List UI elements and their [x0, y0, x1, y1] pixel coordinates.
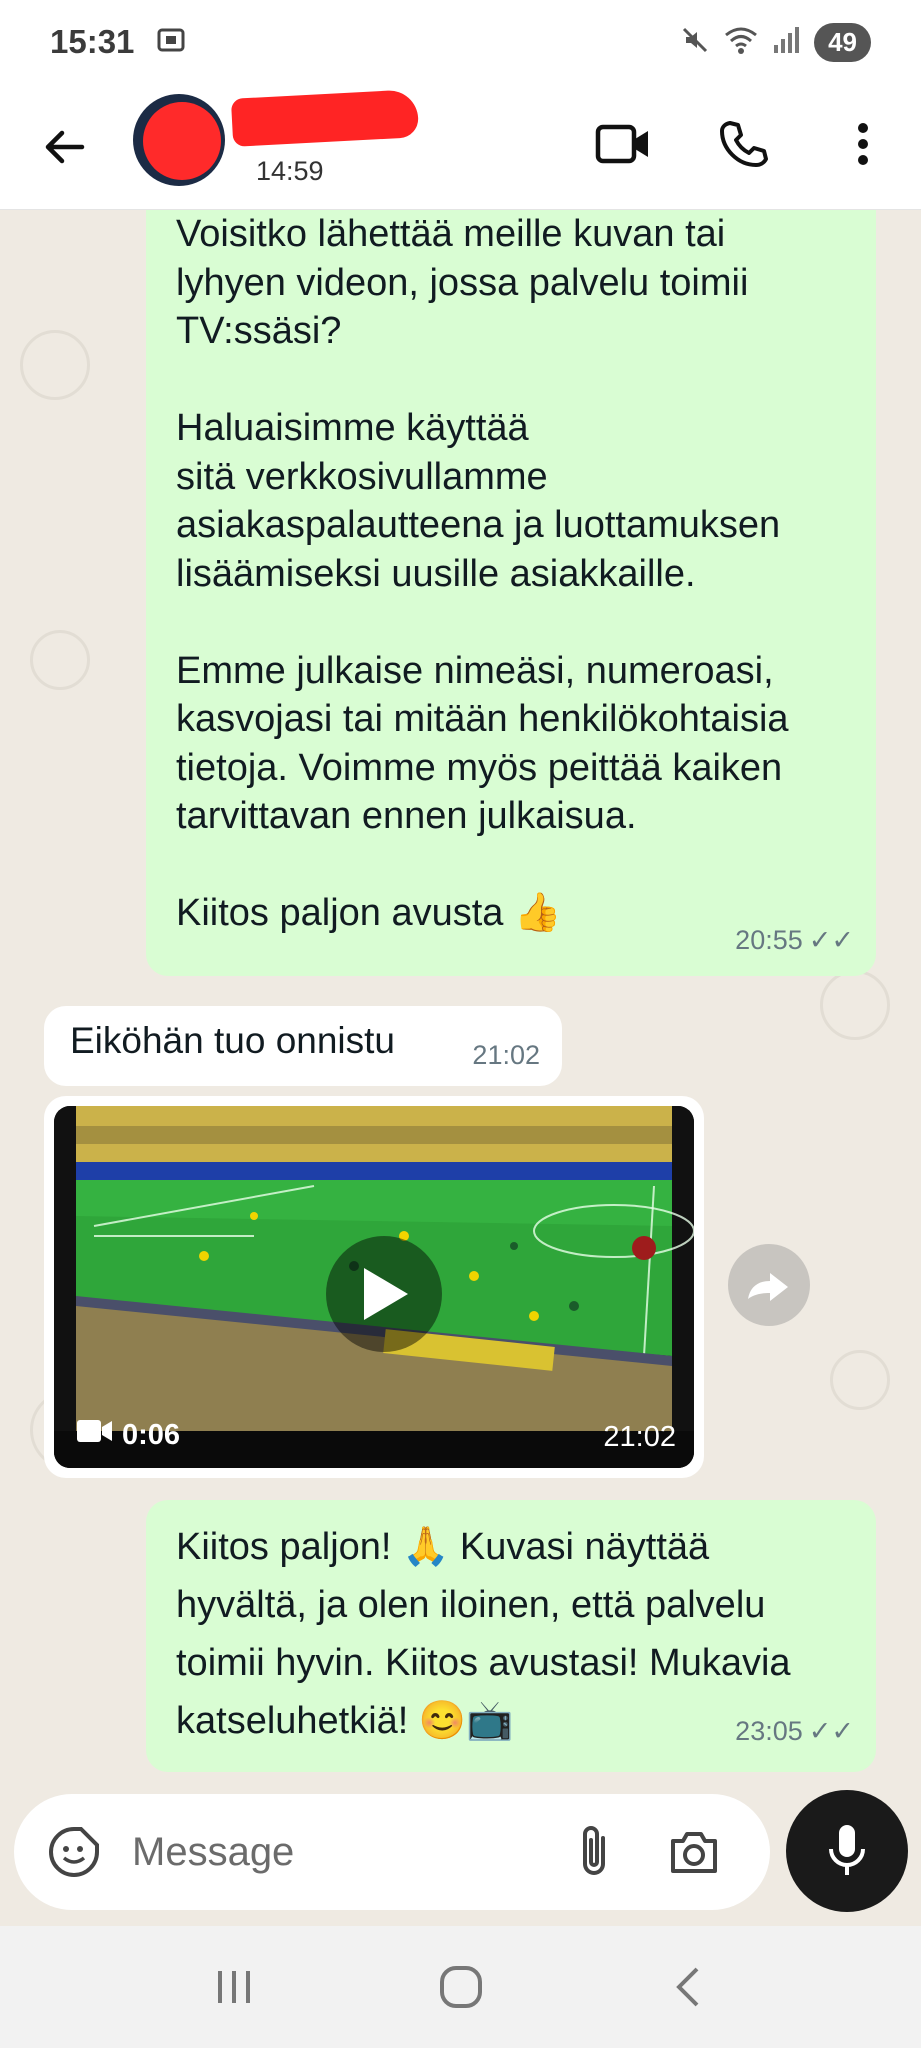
- read-receipt-icon: ✓✓: [808, 1716, 854, 1746]
- forward-icon: [748, 1273, 788, 1301]
- read-receipt-icon: ✓✓: [808, 924, 854, 955]
- system-nav-bar: [0, 1926, 921, 2048]
- voice-message-button[interactable]: [786, 1790, 908, 1912]
- screenshot-icon: [156, 25, 186, 60]
- voice-call-icon: [720, 121, 768, 167]
- message-composer: [14, 1794, 770, 1910]
- sticker-icon: [49, 1827, 99, 1877]
- home-icon: [439, 1966, 482, 2008]
- outgoing-message[interactable]: Voisitko lähettää meille kuvan tai lyhye…: [146, 210, 876, 976]
- recent-apps-icon: [217, 1971, 250, 2003]
- wallpaper-doodle: [820, 970, 890, 1040]
- status-bar: 15:31 49: [0, 0, 921, 84]
- last-seen: 14:59: [256, 156, 324, 186]
- battery-indicator: 49: [814, 22, 871, 62]
- back-nav-icon: [675, 1967, 698, 2007]
- forward-button[interactable]: [728, 1244, 810, 1326]
- message-time: 20:55: [735, 924, 803, 955]
- more-options-button[interactable]: [823, 104, 903, 184]
- sticker-button[interactable]: [42, 1820, 106, 1884]
- paperclip-icon: [583, 1826, 605, 1875]
- recent-apps-button[interactable]: [189, 1942, 279, 2032]
- camera-button[interactable]: [660, 1818, 728, 1886]
- voice-call-button[interactable]: [703, 104, 783, 184]
- avatar[interactable]: [133, 94, 225, 186]
- message-time: 21:02: [472, 1040, 540, 1070]
- play-icon: [364, 1268, 408, 1320]
- wifi-icon: [724, 25, 758, 60]
- video-thumbnail[interactable]: 0:06 21:02: [54, 1106, 694, 1468]
- incoming-message[interactable]: Eiköhän tuo onnistu 21:02: [44, 1006, 562, 1086]
- chat-header: 14:59: [0, 84, 921, 210]
- message-text: Eiköhän tuo onnistu: [70, 1020, 396, 1061]
- contact-info[interactable]: 14:59: [230, 89, 452, 190]
- home-button[interactable]: [416, 1942, 506, 2032]
- attach-button[interactable]: [560, 1818, 628, 1886]
- camera-icon: [671, 1832, 717, 1873]
- back-arrow-icon: [45, 130, 85, 163]
- video-call-icon: [595, 124, 648, 164]
- video-message[interactable]: 0:06 21:02: [44, 1096, 704, 1478]
- mute-icon: [680, 25, 710, 60]
- play-button[interactable]: [326, 1236, 442, 1352]
- video-duration: 0:06: [122, 1419, 181, 1451]
- video-camera-icon: [76, 1417, 114, 1450]
- contact-name-redaction: [230, 89, 420, 147]
- avatar-redaction: [143, 102, 221, 180]
- chat-area[interactable]: Voisitko lähettää meille kuvan tai lyhye…: [0, 210, 921, 1790]
- message-time: 23:05: [735, 1716, 803, 1746]
- status-time: 15:31: [50, 23, 135, 60]
- back-nav-button[interactable]: [643, 1942, 733, 2032]
- wallpaper-doodle: [30, 630, 90, 690]
- wallpaper-doodle: [830, 1350, 890, 1410]
- signal-icon: [772, 25, 800, 60]
- more-options-icon: [858, 123, 868, 165]
- message-meta: 20:55 ✓✓: [735, 916, 854, 965]
- message-meta: 23:05 ✓✓: [735, 1702, 854, 1760]
- message-input[interactable]: [132, 1820, 532, 1884]
- message-text: Voisitko lähettää meille kuvan tai lyhye…: [176, 213, 789, 934]
- back-button[interactable]: [20, 102, 110, 192]
- outgoing-message[interactable]: Kiitos paljon! 🙏 Kuvasi näyttää hyvältä,…: [146, 1500, 876, 1772]
- message-time: 21:02: [603, 1421, 676, 1453]
- microphone-icon: [829, 1825, 865, 1875]
- video-call-button[interactable]: [583, 104, 663, 184]
- wallpaper-doodle: [20, 330, 90, 400]
